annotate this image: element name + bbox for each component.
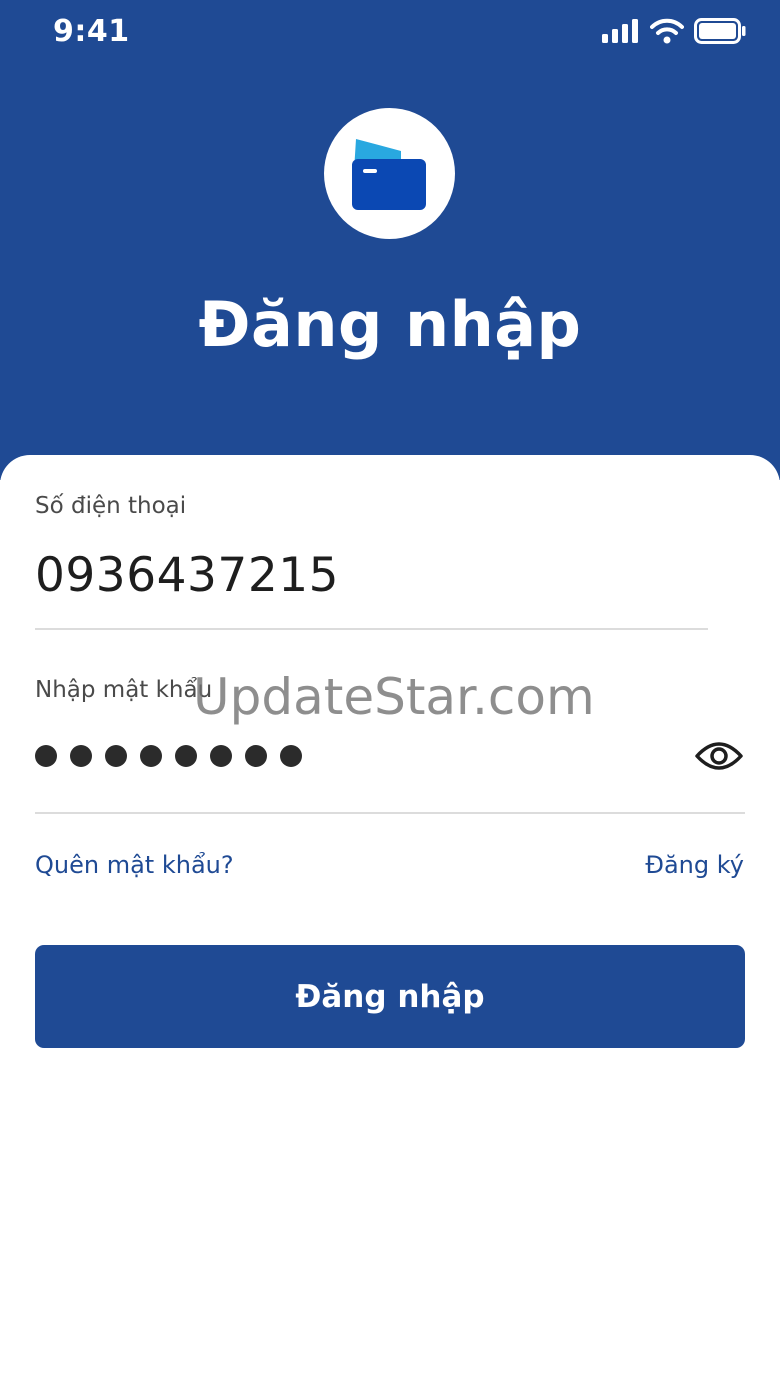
wifi-icon — [650, 18, 684, 44]
signal-icon — [602, 19, 638, 43]
register-link[interactable]: Đăng ký — [645, 851, 744, 879]
page-title: Đăng nhập — [198, 288, 582, 361]
forgot-password-link[interactable]: Quên mật khẩu? — [35, 851, 234, 879]
password-input[interactable] — [35, 745, 302, 767]
password-dot — [245, 745, 267, 767]
eye-icon — [695, 742, 743, 770]
login-button[interactable]: Đăng nhập — [35, 945, 745, 1048]
password-dot — [140, 745, 162, 767]
password-label: Nhập mật khẩu — [35, 677, 213, 703]
password-dot — [70, 745, 92, 767]
battery-icon — [694, 18, 746, 44]
password-dot — [35, 745, 57, 767]
password-dot — [105, 745, 127, 767]
wallet-card-icon — [352, 139, 426, 210]
password-visibility-toggle[interactable] — [694, 738, 744, 774]
phone-divider — [35, 628, 708, 630]
password-dot — [175, 745, 197, 767]
password-dot — [280, 745, 302, 767]
app-logo — [324, 108, 455, 239]
password-dot — [210, 745, 232, 767]
status-icons — [602, 18, 746, 44]
status-bar: 9:41 — [0, 0, 780, 64]
status-time: 9:41 — [53, 14, 130, 49]
phone-input[interactable] — [35, 548, 705, 603]
password-divider — [35, 812, 745, 814]
phone-label: Số điện thoại — [35, 493, 187, 519]
header-banner: 9:41 Đăng nhập — [0, 0, 780, 480]
